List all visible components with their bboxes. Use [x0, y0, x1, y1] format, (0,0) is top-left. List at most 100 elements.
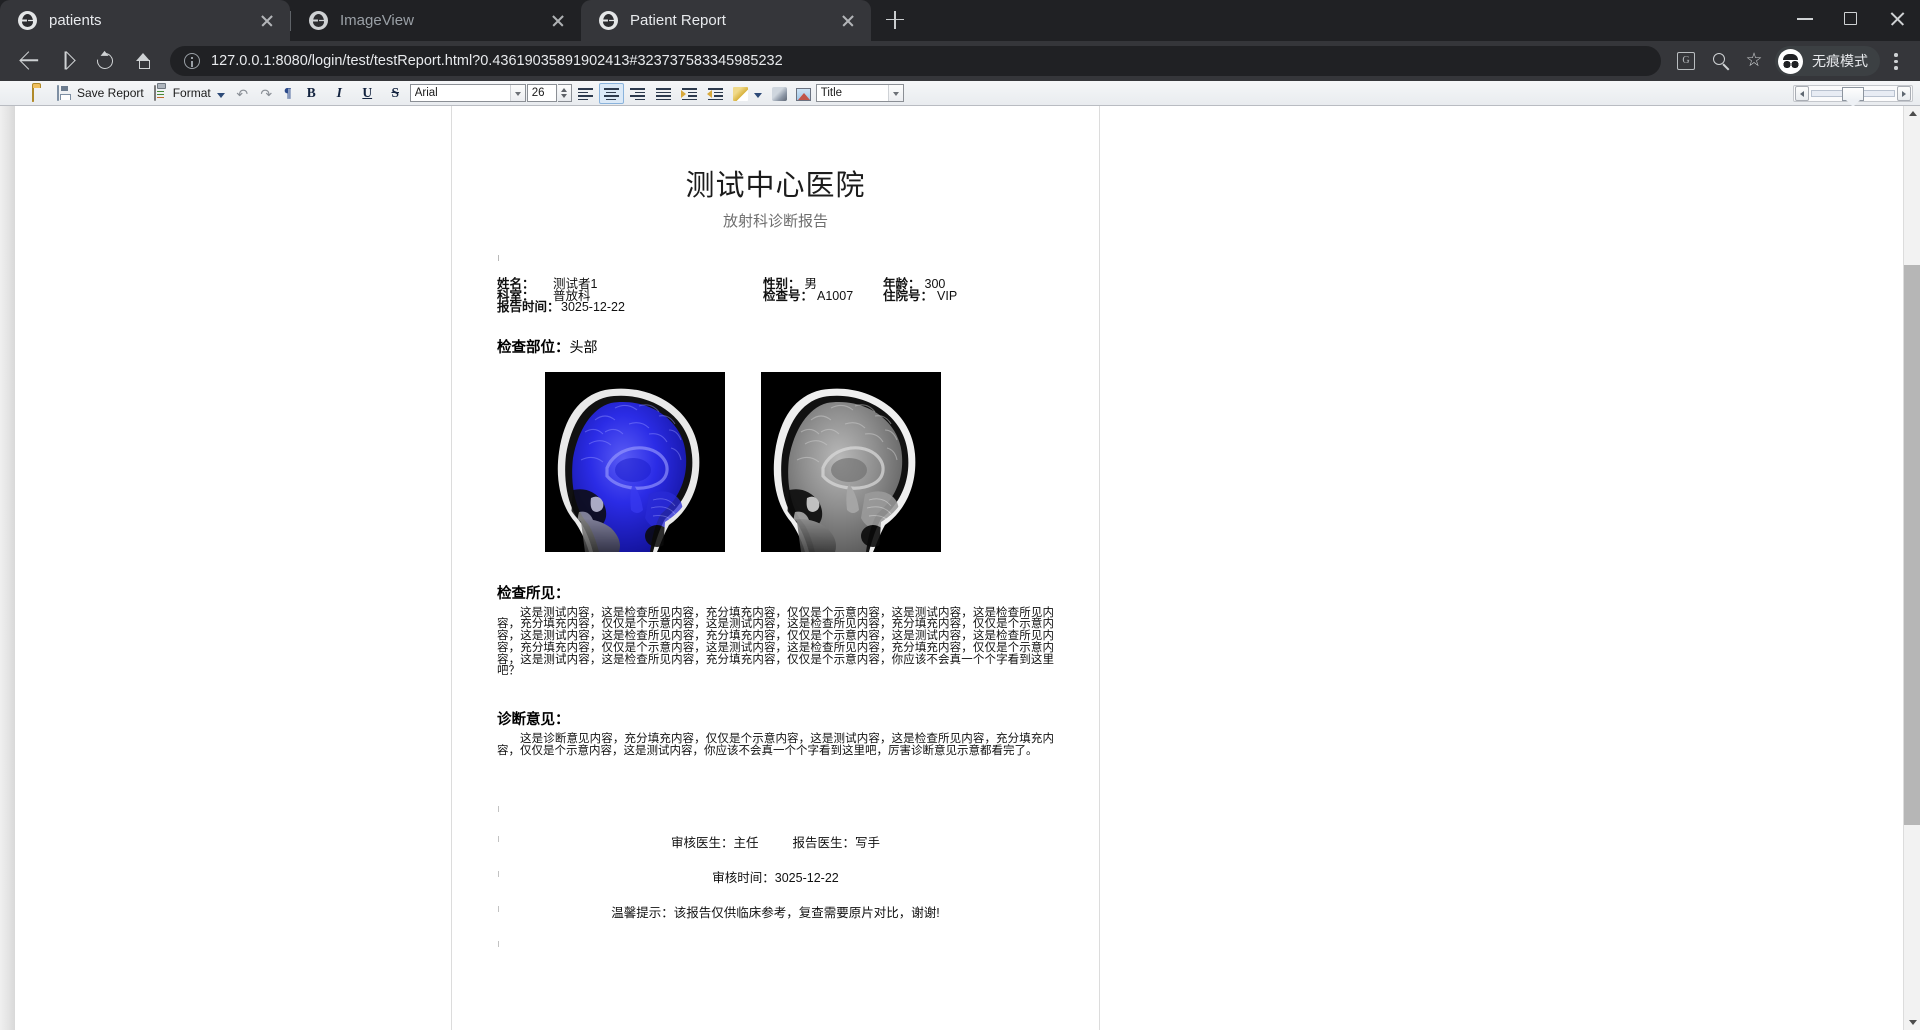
- field-inpatient-no: 住院号： VIP: [883, 290, 1023, 303]
- underline-button[interactable]: U: [354, 83, 381, 104]
- incognito-label: 无痕模式: [1812, 53, 1868, 69]
- paragraph-style-value: Title: [820, 87, 843, 99]
- browser-tab-imageview[interactable]: ImageView: [291, 0, 581, 41]
- address-bar[interactable]: 127.0.0.1:8080/login/test/testReport.htm…: [170, 46, 1661, 76]
- align-justify-button[interactable]: [651, 83, 676, 104]
- chevron-down-icon[interactable]: [509, 85, 525, 101]
- footer-spacer-line: [497, 794, 1054, 824]
- scroll-down-icon[interactable]: [1904, 1013, 1920, 1030]
- font-size-input[interactable]: 26: [526, 84, 557, 102]
- mri-blue-svg: [545, 371, 725, 552]
- vertical-scroll-thumb[interactable]: [1904, 265, 1920, 825]
- format-painter-icon: [771, 87, 787, 101]
- findings-text[interactable]: 这是测试内容，这是检查所见内容，充分填充内容，仅仅是个示意内容，这是测试内容，这…: [497, 607, 1054, 679]
- translate-icon[interactable]: G: [1669, 45, 1703, 77]
- reviewer-label: 审核医生：: [670, 835, 734, 850]
- maximize-icon[interactable]: [1828, 0, 1874, 36]
- scroll-up-icon[interactable]: [1904, 106, 1920, 123]
- reporter-label: 报告医生：: [792, 835, 856, 850]
- scroll-track[interactable]: [1811, 86, 1895, 101]
- app-icon[interactable]: [3, 83, 27, 104]
- outdent-icon: [680, 87, 698, 101]
- paragraph-mark-icon[interactable]: ¶: [279, 83, 297, 104]
- incognito-icon: [1778, 48, 1803, 74]
- outdent-button[interactable]: [677, 83, 702, 104]
- reload-button[interactable]: [86, 45, 124, 77]
- field-report-time: 报告时间： 3025-12-22: [497, 300, 763, 314]
- paragraph-mark: [497, 251, 1054, 265]
- mri-gray-svg: [761, 371, 941, 552]
- chevron-down-icon[interactable]: [887, 85, 903, 101]
- footer-notice: 温馨提示：该报告仅供临床参考，复查需要原片对比，谢谢!: [497, 894, 1054, 929]
- review-time-label: 审核时间：: [712, 870, 775, 885]
- scroll-left-icon[interactable]: [1795, 85, 1809, 101]
- font-size-value: 26: [531, 87, 545, 99]
- strikethrough-button[interactable]: S: [382, 83, 409, 104]
- editor-toolbar: Save Report Format ↶ ↷ ¶ B I U S Arial 2…: [0, 81, 1920, 106]
- indent-icon: [706, 87, 724, 101]
- page-subtitle: 放射科诊断报告: [722, 213, 828, 230]
- close-icon[interactable]: [547, 10, 569, 32]
- document-canvas[interactable]: 测试中心医院 放射科诊断报告 姓名： 测试者1 科室： 普放科 报告时间： 30…: [0, 106, 1903, 1030]
- bookmark-star-icon[interactable]: ☆: [1737, 45, 1771, 77]
- vertical-scroll-track[interactable]: [1904, 123, 1920, 1013]
- insert-image-button[interactable]: [792, 83, 815, 104]
- format-painter-button[interactable]: [768, 83, 791, 104]
- font-family-value: Arial: [414, 87, 438, 99]
- scroll-right-icon[interactable]: [1897, 85, 1911, 101]
- incognito-badge[interactable]: 无痕模式: [1775, 46, 1880, 76]
- window-controls: [1782, 0, 1920, 41]
- search-icon[interactable]: [1703, 45, 1737, 77]
- exam-site-label: 检查部位：: [497, 339, 570, 356]
- save-report-label: Save Report: [77, 86, 144, 100]
- tab-title: Patient Report: [630, 12, 726, 29]
- globe-icon: [18, 11, 37, 30]
- font-family-select[interactable]: Arial: [409, 84, 526, 102]
- patient-info-grid: 姓名： 测试者1 科室： 普放科 报告时间： 3025-12-22 性别： 男 …: [497, 278, 1054, 314]
- canvas-gutter: [0, 106, 15, 1030]
- diagnosis-text[interactable]: 这是诊断意见内容，充分填充内容，仅仅是个示意内容，这是测试内容，这是检查所见内容…: [497, 733, 1054, 758]
- scan-image-row: [497, 371, 1054, 552]
- scroll-thumb[interactable]: [1842, 86, 1864, 101]
- new-tab-button[interactable]: [877, 2, 913, 38]
- footer-review-time: 审核时间：3025-12-22: [497, 859, 1054, 894]
- patient-info-col-1: 姓名： 测试者1 科室： 普放科 报告时间： 3025-12-22: [497, 278, 763, 314]
- align-center-button[interactable]: [598, 82, 624, 104]
- highlight-button[interactable]: [729, 83, 767, 104]
- browser-tab-patients[interactable]: patients: [0, 0, 290, 41]
- undo-icon[interactable]: ↶: [231, 83, 254, 104]
- vertical-scrollbar[interactable]: [1903, 106, 1920, 1030]
- horizontal-scrollbar[interactable]: [1793, 84, 1913, 102]
- home-button[interactable]: [124, 45, 162, 77]
- site-info-icon[interactable]: [184, 53, 200, 69]
- forward-button[interactable]: [48, 45, 86, 77]
- redo-icon[interactable]: ↷: [255, 83, 278, 104]
- format-menu[interactable]: Format: [149, 83, 230, 104]
- italic-button[interactable]: I: [326, 83, 353, 104]
- browser-tab-patient-report[interactable]: Patient Report: [581, 0, 871, 41]
- bold-button[interactable]: B: [298, 83, 325, 104]
- font-size-stepper[interactable]: [557, 84, 572, 102]
- exam-site-value: 头部: [569, 338, 598, 355]
- patient-info-col-2: 性别： 男 检查号： A1007: [763, 278, 883, 314]
- reporter-value: 写手: [855, 835, 881, 850]
- insert-image-icon: [795, 87, 811, 101]
- report-page[interactable]: 测试中心医院 放射科诊断报告 姓名： 测试者1 科室： 普放科 报告时间： 30…: [451, 106, 1100, 1030]
- chevron-down-icon[interactable]: [752, 87, 763, 101]
- paragraph-style-select[interactable]: Title: [815, 84, 904, 102]
- mri-sagittal-blue[interactable]: [545, 371, 725, 552]
- indent-button[interactable]: [703, 83, 728, 104]
- field-label: 报告时间：: [497, 300, 560, 314]
- align-right-button[interactable]: [625, 83, 650, 104]
- close-icon[interactable]: [837, 10, 859, 32]
- minimize-icon[interactable]: [1782, 0, 1828, 36]
- open-folder-icon[interactable]: [28, 83, 52, 104]
- close-window-icon[interactable]: [1874, 0, 1920, 36]
- save-report-button[interactable]: Save Report: [53, 83, 148, 104]
- back-button[interactable]: [10, 45, 48, 77]
- kebab-menu-icon[interactable]: [1880, 45, 1910, 77]
- close-icon[interactable]: [256, 10, 278, 32]
- format-label: Format: [172, 86, 211, 100]
- align-left-button[interactable]: [573, 83, 598, 104]
- mri-sagittal-gray[interactable]: [761, 371, 941, 552]
